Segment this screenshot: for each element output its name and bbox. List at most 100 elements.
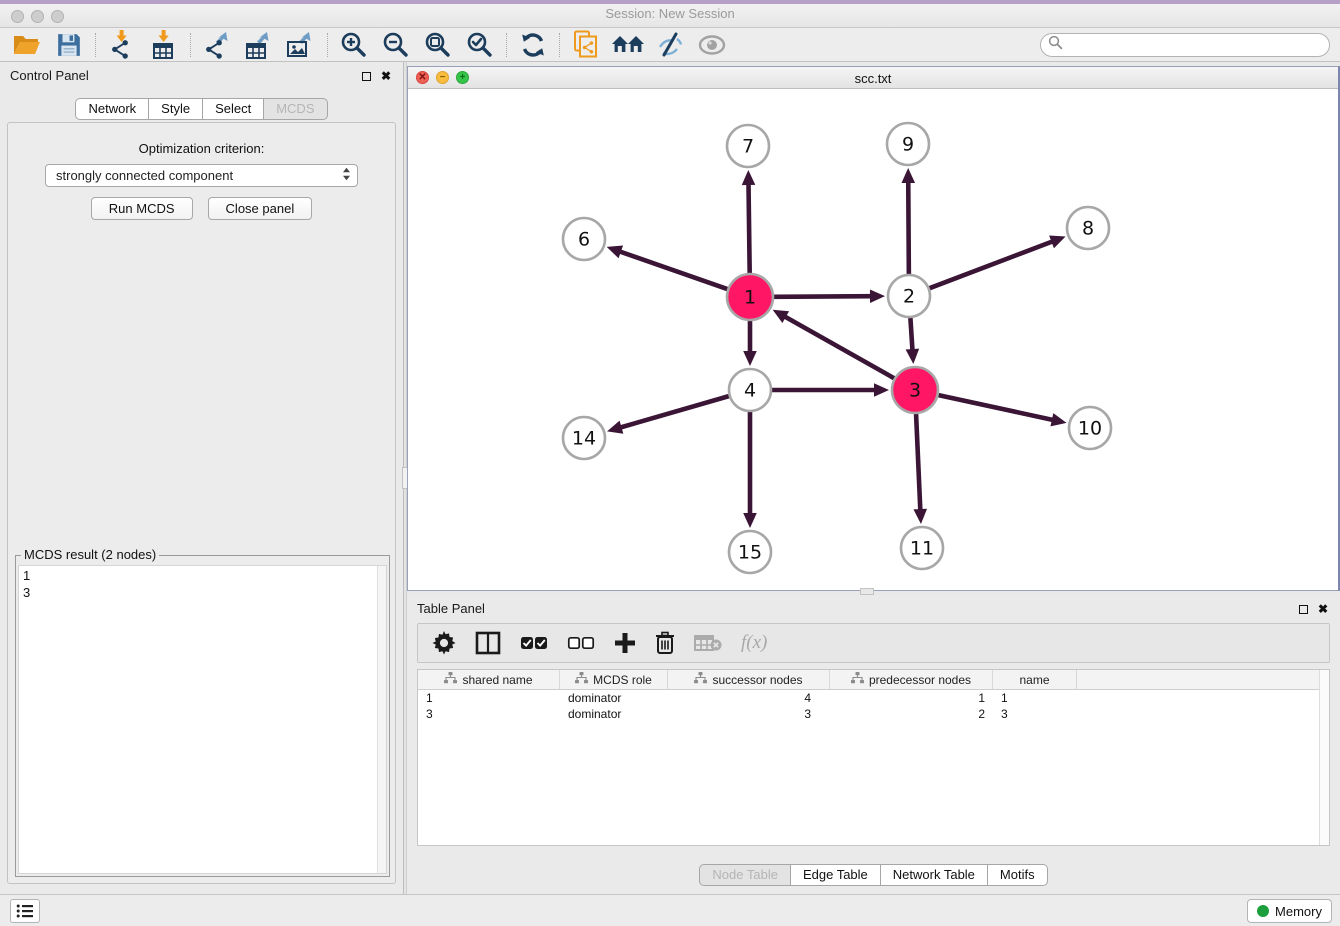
edge-3-1[interactable] — [783, 316, 894, 379]
run-mcds-button[interactable]: Run MCDS — [91, 197, 193, 220]
table-cell[interactable]: 3 — [668, 706, 830, 722]
toggle-column-view-icon[interactable] — [475, 631, 501, 655]
delete-column-icon[interactable] — [655, 631, 675, 655]
column-header-MCDS-role[interactable]: MCDS role — [560, 670, 668, 689]
toolbar-separator — [190, 33, 191, 57]
export-network-icon[interactable] — [196, 30, 238, 60]
edge-2-3[interactable] — [910, 318, 912, 352]
float-panel-icon[interactable] — [359, 69, 373, 83]
criterion-dropdown-value: strongly connected component — [56, 168, 233, 183]
edge-3-11[interactable] — [916, 414, 920, 512]
titlebar-accent-strip — [0, 0, 1340, 4]
memory-label: Memory — [1275, 904, 1322, 919]
export-image-icon[interactable] — [280, 30, 322, 60]
table-tab-motifs[interactable]: Motifs — [988, 864, 1048, 886]
deselect-all-rows-icon[interactable] — [567, 635, 595, 651]
table-close-panel-icon[interactable]: ✖ — [1316, 602, 1330, 616]
table-tab-node-table[interactable]: Node Table — [699, 864, 791, 886]
close-panel-icon[interactable]: ✖ — [379, 69, 393, 83]
table-cell[interactable]: 1 — [993, 690, 1077, 706]
table-cell[interactable]: dominator — [560, 706, 668, 722]
column-header-shared-name[interactable]: shared name — [418, 670, 560, 689]
graph-node-label-11: 11 — [910, 538, 934, 560]
table-panel-tabs: Node TableEdge TableNetwork TableMotifs — [407, 864, 1340, 886]
tab-group: NetworkStyleSelectMCDS — [0, 98, 403, 120]
column-header-name[interactable]: name — [993, 670, 1077, 689]
edge-arrowhead — [743, 351, 757, 366]
close-panel-button[interactable]: Close panel — [208, 197, 313, 220]
first-neighbors-icon[interactable] — [607, 30, 649, 60]
task-history-button[interactable] — [10, 899, 40, 923]
edge-1-2[interactable] — [774, 296, 873, 297]
table-cell[interactable]: 3 — [418, 706, 560, 722]
save-session-icon[interactable] — [48, 30, 90, 60]
tab-network[interactable]: Network — [75, 98, 149, 120]
column-header-predecessor-nodes[interactable]: predecessor nodes — [830, 670, 993, 689]
control-panel-header: Control Panel ✖ — [0, 62, 403, 88]
attribute-tree-icon — [851, 672, 864, 687]
tab-mcds[interactable]: MCDS — [264, 98, 327, 120]
control-panel-title: Control Panel — [10, 68, 89, 83]
table-cell[interactable]: dominator — [560, 690, 668, 706]
mcds-result-title: MCDS result (2 nodes) — [21, 547, 159, 562]
app-titlebar: Session: New Session — [0, 0, 1340, 28]
network-canvas[interactable]: 7968124314101511 — [408, 89, 1338, 590]
edge-arrowhead — [906, 349, 920, 364]
criterion-dropdown[interactable]: strongly connected component — [45, 164, 358, 187]
table-cell[interactable]: 4 — [668, 690, 830, 706]
graph-node-label-7: 7 — [742, 136, 754, 158]
apply-layout-icon[interactable] — [512, 30, 554, 60]
table-settings-icon[interactable] — [432, 631, 456, 655]
table-toolbar: f(x) — [417, 623, 1330, 663]
mcds-result-group: MCDS result (2 nodes) 1 3 — [15, 555, 390, 877]
hide-selected-icon[interactable] — [649, 30, 691, 60]
zoom-fit-icon[interactable] — [417, 30, 459, 60]
network-graph[interactable]: 7968124314101511 — [408, 89, 1339, 590]
edge-2-9[interactable] — [908, 180, 909, 274]
zoom-out-icon[interactable] — [375, 30, 417, 60]
network-window-title: scc.txt — [408, 71, 1338, 86]
mcds-result-text: 1 3 — [23, 567, 374, 873]
table-cell[interactable]: 1 — [418, 690, 560, 706]
zoom-selected-icon[interactable] — [459, 30, 501, 60]
tab-style[interactable]: Style — [149, 98, 203, 120]
mcds-result-scrollbar[interactable] — [377, 566, 386, 873]
edge-2-8[interactable] — [930, 241, 1055, 288]
search-box[interactable] — [1040, 33, 1330, 57]
edge-arrowhead — [607, 421, 623, 434]
table-scrollbar[interactable] — [1319, 670, 1329, 845]
mcds-result-area[interactable]: 1 3 — [18, 565, 387, 874]
edge-arrowhead — [607, 245, 623, 258]
horizontal-splitter-handle[interactable] — [860, 588, 874, 595]
table-cell[interactable]: 2 — [830, 706, 993, 722]
edge-1-6[interactable] — [618, 251, 727, 289]
table-cell[interactable]: 3 — [993, 706, 1077, 722]
zoom-in-icon[interactable] — [333, 30, 375, 60]
edge-1-7[interactable] — [748, 182, 749, 273]
table-cell[interactable]: 1 — [830, 690, 993, 706]
network-from-document-icon[interactable] — [565, 30, 607, 60]
tab-select[interactable]: Select — [203, 98, 264, 120]
show-all-icon — [691, 30, 733, 60]
column-header-successor-nodes[interactable]: successor nodes — [668, 670, 830, 689]
column-header-filler — [1077, 670, 1329, 689]
memory-button[interactable]: Memory — [1247, 899, 1332, 923]
open-session-icon[interactable] — [6, 30, 48, 60]
table-tab-network-table[interactable]: Network Table — [881, 864, 988, 886]
attribute-tree-icon — [694, 672, 707, 687]
add-column-icon[interactable] — [614, 632, 636, 654]
select-all-rows-icon[interactable] — [520, 635, 548, 651]
function-builder-icon: f(x) — [741, 632, 767, 654]
import-network-icon[interactable] — [101, 30, 143, 60]
edge-4-14[interactable] — [619, 396, 729, 428]
export-table-icon[interactable] — [238, 30, 280, 60]
edge-arrowhead — [1049, 235, 1065, 248]
edge-3-10[interactable] — [938, 395, 1054, 420]
table-row[interactable]: 3dominator323 — [418, 706, 1329, 722]
table-row[interactable]: 1dominator411 — [418, 690, 1329, 706]
application-window: Session: New Session Control Panel ✖ Net… — [0, 0, 1340, 926]
table-tab-edge-table[interactable]: Edge Table — [791, 864, 881, 886]
search-input[interactable] — [1063, 35, 1329, 55]
table-float-panel-icon[interactable] — [1296, 602, 1310, 616]
import-table-icon[interactable] — [143, 30, 185, 60]
